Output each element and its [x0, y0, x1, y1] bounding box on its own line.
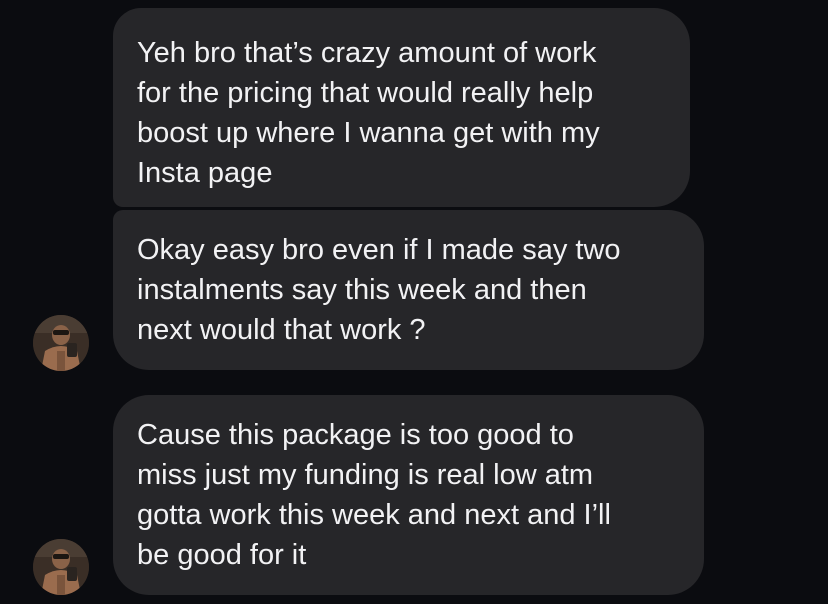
person-avatar-icon	[33, 315, 89, 371]
message-bubble[interactable]: Yeh bro that’s crazy amount of work for …	[113, 8, 690, 207]
message-thread: Yeh bro that’s crazy amount of work for …	[0, 0, 828, 604]
message-bubble[interactable]: Cause this package is too good to miss j…	[113, 395, 704, 595]
person-avatar-icon	[33, 539, 89, 595]
message-bubble[interactable]: Okay easy bro even if I made say two ins…	[113, 210, 704, 370]
sender-avatar[interactable]	[33, 539, 89, 595]
message-text: Okay easy bro even if I made say two ins…	[137, 234, 621, 346]
message-text: Yeh bro that’s crazy amount of work for …	[137, 37, 600, 189]
sender-avatar[interactable]	[33, 315, 89, 371]
message-text: Cause this package is too good to miss j…	[137, 419, 611, 571]
